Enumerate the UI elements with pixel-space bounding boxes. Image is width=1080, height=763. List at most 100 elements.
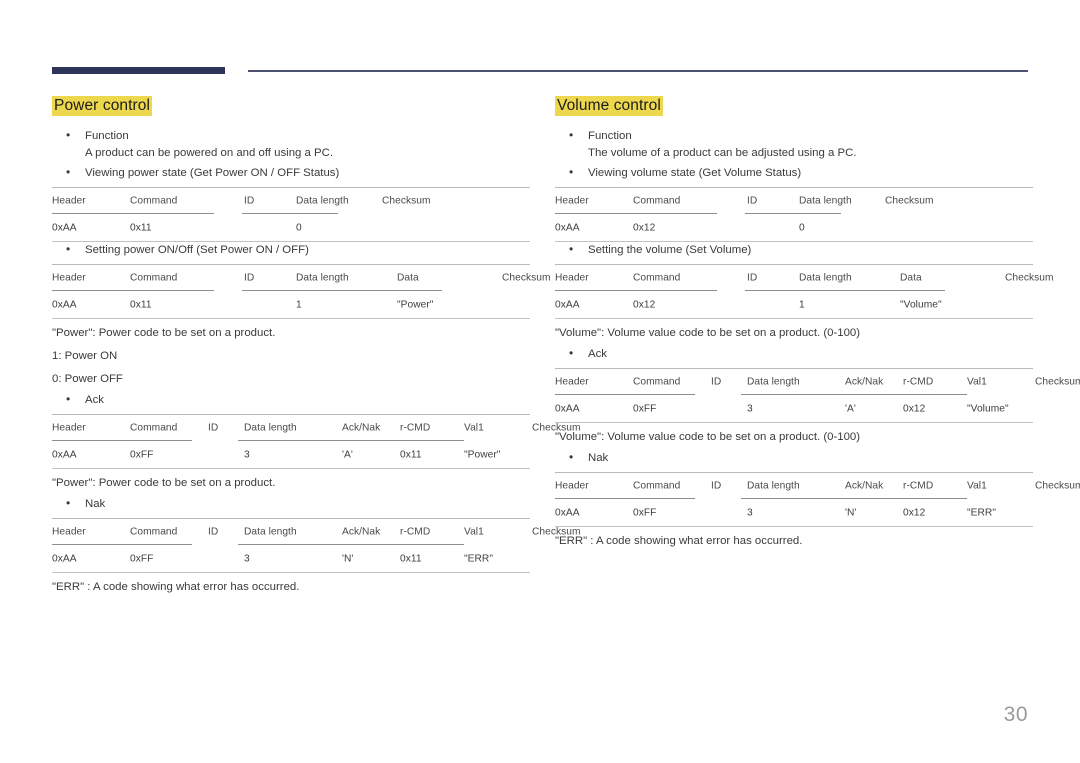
table-rule-bottom: [52, 468, 530, 470]
table-rule-bottom: [555, 422, 1033, 424]
table-cell: 0x12: [903, 403, 926, 415]
table-cell: 0xAA: [52, 553, 77, 565]
table-cell: 0xAA: [52, 449, 77, 461]
column-header: ID: [244, 195, 255, 207]
protocol-table-volume-ack: Header Command ID Data length Ack/Nak r-CMD Va…: [555, 368, 1080, 424]
bullet-item: Nak: [52, 495, 530, 513]
table-cell: 0xAA: [555, 222, 580, 234]
table-cell: 3: [244, 553, 250, 565]
column-header: Data length: [799, 272, 852, 284]
page-number: 30: [1003, 703, 1028, 726]
table-cell: 0x11: [130, 222, 152, 234]
column-header: Command: [633, 480, 681, 492]
column-header: Ack/Nak: [845, 480, 884, 492]
bullet-item: Ack: [52, 391, 530, 409]
note-text: 1: Power ON: [52, 350, 118, 363]
table-cell: 0x12: [633, 222, 656, 234]
table-cell: 0xFF: [633, 403, 657, 415]
column-header: Ack/Nak: [342, 422, 381, 434]
table-row: 0xAA 0x11 1 "Power": [52, 291, 530, 318]
note-text: "Volume": Volume value code to be set on…: [555, 327, 861, 340]
column-header: r-CMD: [400, 526, 431, 538]
note-text: "ERR" : A code showing what error has oc…: [52, 581, 300, 594]
table-cell: 'A': [845, 403, 856, 415]
column-header: Data length: [799, 195, 852, 207]
column-header: Command: [633, 376, 681, 388]
table-header-row: Header Command ID Data length Data Checksum: [555, 265, 1053, 290]
bullet-item: Function The volume of a product can be a…: [555, 127, 1033, 162]
bullet-subtext: A product can be powered on and off usin…: [85, 147, 334, 160]
note-text: 0: Power OFF: [52, 373, 123, 386]
table-cell: 3: [747, 507, 753, 519]
column-header: Checksum: [1035, 480, 1080, 492]
table-header-row: Header Command ID Data length Ack/Nak r-CMD Va…: [555, 369, 1080, 394]
column-header: Header: [52, 272, 86, 284]
column-header: Val1: [464, 526, 484, 538]
column-header: ID: [208, 526, 219, 538]
table-cell: "ERR": [967, 507, 996, 519]
column-header: Command: [633, 272, 681, 284]
column-header: Ack/Nak: [342, 526, 381, 538]
table-cell: 0xAA: [555, 403, 580, 415]
bullet-item: Setting the volume (Set Volume): [555, 241, 1033, 259]
bullet-label: Ack: [85, 394, 104, 407]
column-header: Checksum: [382, 195, 431, 207]
bullet-label: Setting power ON/Off (Set Power ON / OFF…: [85, 244, 309, 257]
table-cell: "ERR": [464, 553, 493, 565]
column-header: Command: [130, 272, 178, 284]
column-header: ID: [711, 480, 722, 492]
bullet-label: Setting the volume (Set Volume): [588, 244, 752, 257]
column-header: Data length: [244, 422, 297, 434]
column-header: Header: [555, 480, 589, 492]
column-header: Header: [555, 195, 589, 207]
table-cell: 0x12: [903, 507, 926, 519]
section-title-text: Volume control: [555, 96, 663, 116]
protocol-table-power-nak: Header Command ID Data length Ack/Nak r-CMD Va…: [52, 518, 580, 574]
table-rule-bottom: [555, 526, 1033, 528]
table-header-row: Header Command ID Data length Ack/Nak r-CMD Va…: [52, 519, 580, 544]
column-header: Data length: [244, 526, 297, 538]
column-header: Command: [130, 526, 178, 538]
header-accent-bar: [52, 67, 225, 74]
column-header: Data length: [747, 376, 800, 388]
table-cell: 1: [296, 299, 302, 311]
column-power-control: Power control Function A product can be po…: [52, 96, 580, 600]
table-cell: 'A': [342, 449, 353, 461]
table-cell: 0xFF: [130, 449, 154, 461]
column-header: Checksum: [1035, 376, 1080, 388]
table-cell: 0xAA: [555, 299, 580, 311]
section-title-volume-control: Volume control: [555, 96, 663, 116]
bullet-label: Viewing power state (Get Power ON / OFF …: [85, 167, 340, 180]
column-header: Header: [52, 526, 86, 538]
bullet-label: Function: [85, 130, 129, 143]
column-header: Checksum: [1005, 272, 1054, 284]
table-cell: "Volume": [967, 403, 1009, 415]
column-header: r-CMD: [903, 376, 934, 388]
bullet-item: Setting power ON/Off (Set Power ON / OFF…: [52, 241, 530, 259]
table-row: 0xAA 0xFF 3 'N' 0x11 "ERR": [52, 545, 530, 572]
bullet-label: Function: [588, 130, 632, 143]
table-cell: 'N': [845, 507, 857, 519]
column-header: Header: [52, 195, 86, 207]
column-header: r-CMD: [903, 480, 934, 492]
bullet-label: Nak: [85, 498, 106, 511]
table-cell: "Power": [464, 449, 501, 461]
table-cell: 0x12: [633, 299, 656, 311]
table-header-row: Header Command ID Data length Checksum: [555, 188, 1033, 213]
column-header: Ack/Nak: [845, 376, 884, 388]
table-cell: 0xAA: [555, 507, 580, 519]
column-header: Command: [633, 195, 681, 207]
table-row: 0xAA 0x12 0: [555, 214, 1033, 241]
column-header: Header: [555, 272, 589, 284]
bullet-item: Viewing power state (Get Power ON / OFF …: [52, 164, 530, 182]
column-header: Data: [900, 272, 922, 284]
protocol-table-set-power: Header Command ID Data length Data Checksum 0x…: [52, 264, 550, 320]
bullet-item: Function A product can be powered on and …: [52, 127, 530, 162]
bullet-label: Nak: [588, 452, 609, 465]
table-cell: 0xFF: [633, 507, 657, 519]
column-volume-control: Volume control Function The volume of a pr…: [555, 96, 1080, 554]
section-title-text: Power control: [52, 96, 153, 116]
page-header-rule: [52, 64, 1028, 78]
column-header: Data length: [747, 480, 800, 492]
table-rule-bottom: [555, 318, 1033, 320]
